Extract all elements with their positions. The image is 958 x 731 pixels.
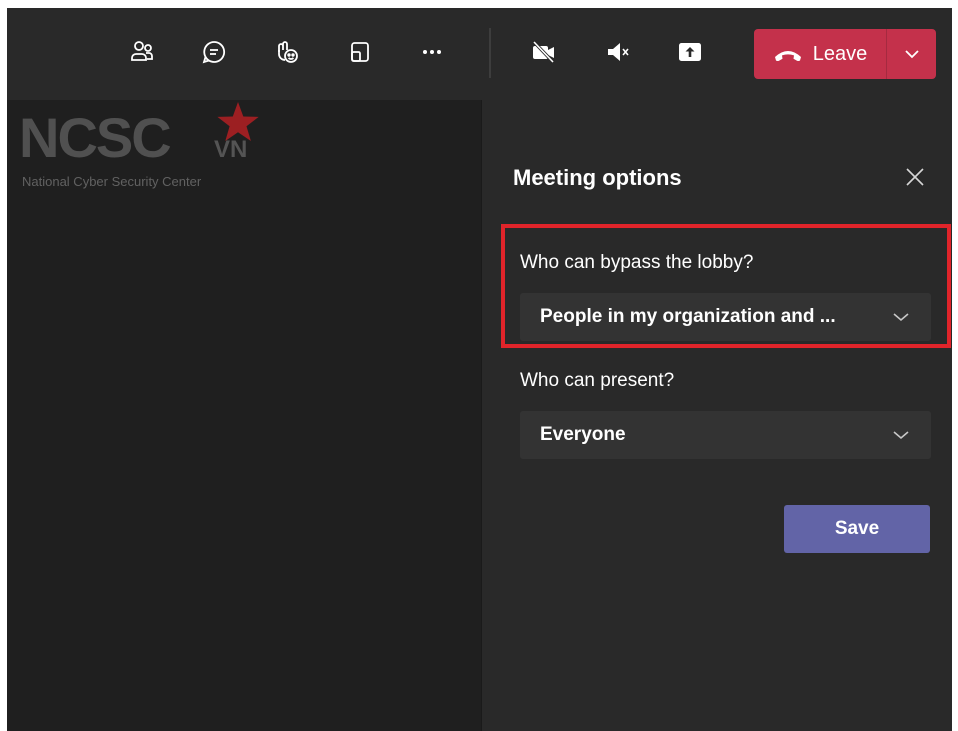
presenters-label: Who can present?	[520, 370, 675, 391]
meeting-stage: NCSC VN National Cyber Security Center	[7, 100, 481, 731]
leave-button[interactable]: Leave	[754, 29, 936, 79]
chevron-down-icon	[893, 431, 909, 440]
panel-title: Meeting options	[513, 165, 682, 190]
mic-muted-icon[interactable]	[601, 35, 635, 69]
logo-subtitle: National Cyber Security Center	[22, 174, 202, 189]
leave-options-button[interactable]	[887, 29, 936, 79]
chat-icon[interactable]	[197, 35, 231, 69]
share-tray-icon[interactable]	[343, 35, 377, 69]
toolbar-divider	[489, 28, 491, 78]
share-screen-icon[interactable]	[673, 35, 707, 69]
logo-text: NCSC	[19, 106, 172, 169]
leave-label: Leave	[812, 42, 868, 65]
meeting-options-panel: Meeting options Who can bypass the lobby…	[481, 100, 952, 731]
logo-suffix: VN	[214, 136, 248, 163]
close-button[interactable]	[900, 162, 930, 192]
presenters-value: Everyone	[540, 424, 626, 445]
teams-meeting-window: Leave NCSC VN National Cyber Security Ce…	[7, 8, 952, 731]
more-icon[interactable]	[415, 35, 449, 69]
people-icon[interactable]	[125, 35, 159, 69]
camera-off-icon[interactable]	[527, 35, 561, 69]
close-icon	[906, 168, 924, 186]
leave-main-button[interactable]: Leave	[754, 29, 886, 79]
ncsc-watermark-logo: NCSC VN National Cyber Security Center	[19, 102, 259, 189]
save-button[interactable]: Save	[784, 505, 930, 553]
reactions-icon[interactable]	[269, 35, 303, 69]
meeting-toolbar: Leave	[7, 8, 952, 100]
hang-up-icon	[774, 51, 801, 62]
presenters-dropdown[interactable]: Everyone	[520, 411, 931, 459]
chevron-down-icon	[904, 50, 919, 59]
highlight-box	[501, 224, 951, 348]
